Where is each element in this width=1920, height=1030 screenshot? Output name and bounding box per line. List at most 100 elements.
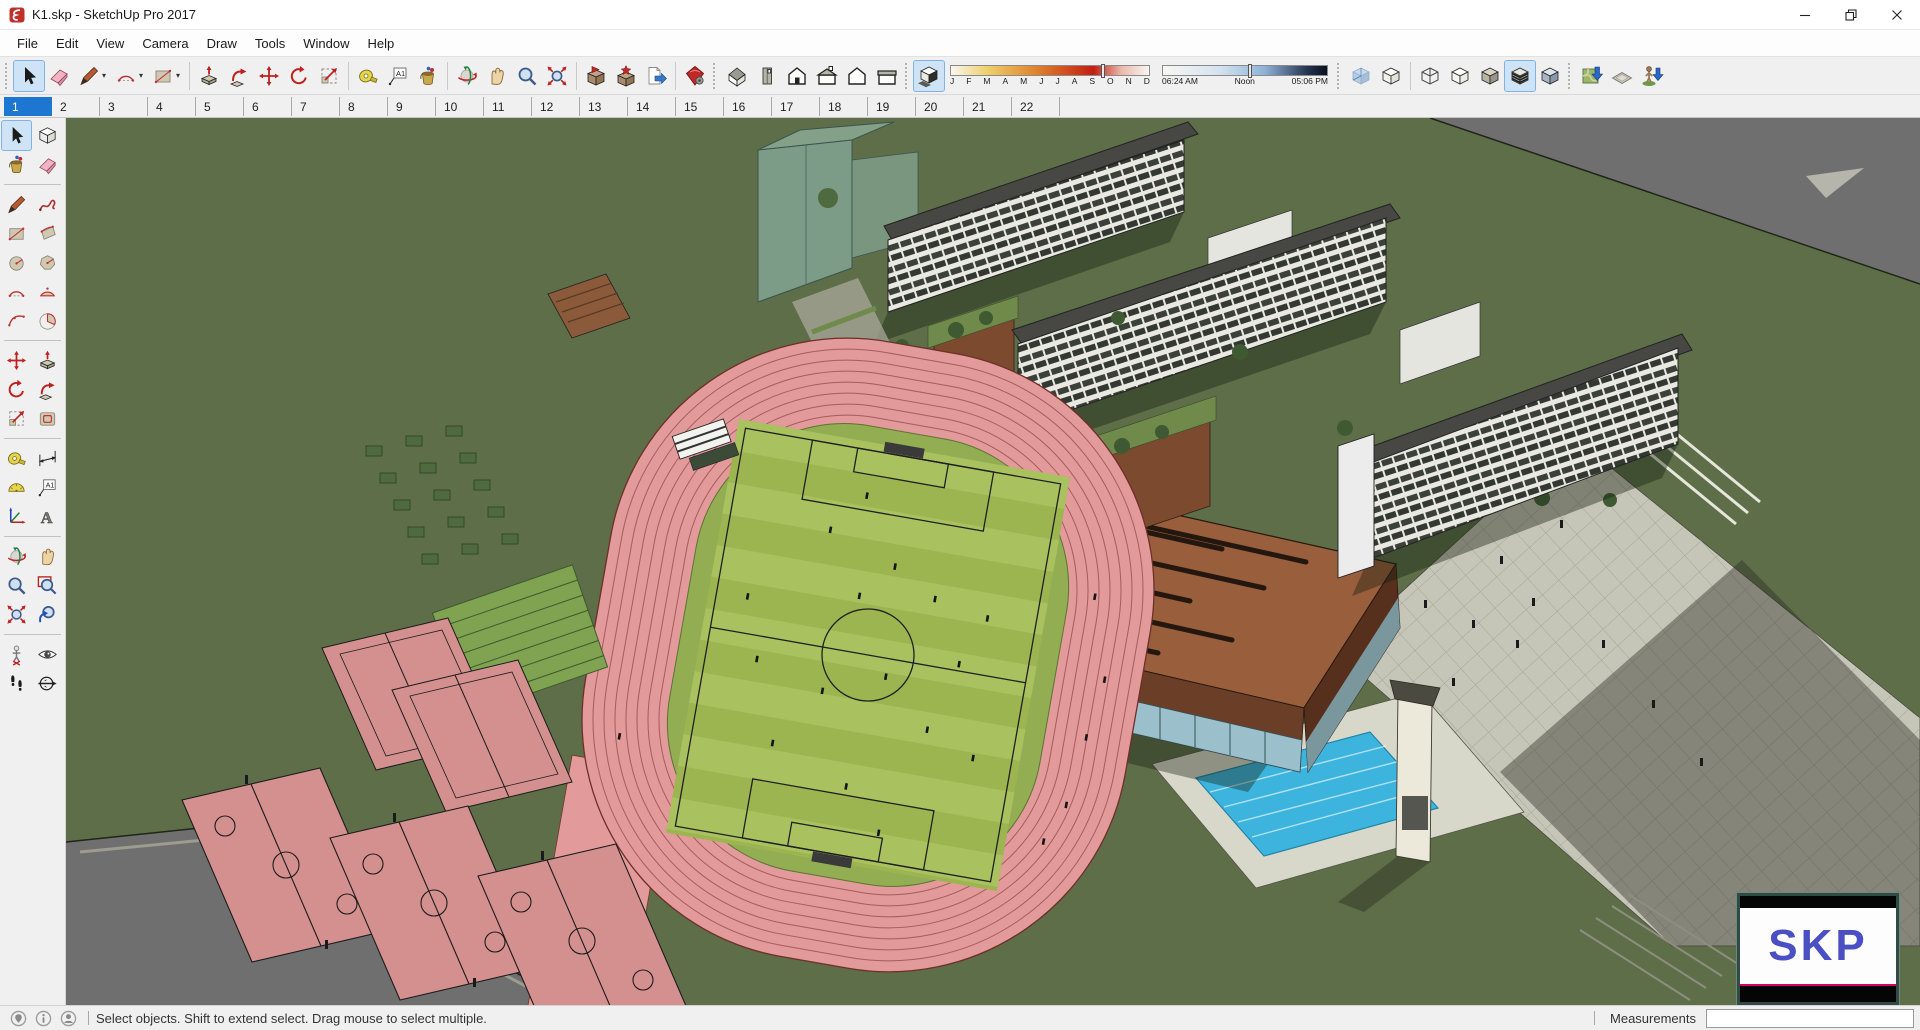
shadows-toggle-icon[interactable] xyxy=(913,59,945,92)
rectangle-tool-icon[interactable] xyxy=(148,61,178,91)
menu-item[interactable]: Tools xyxy=(246,32,294,55)
orbit-icon[interactable] xyxy=(452,61,482,91)
scene-tab[interactable]: 3 xyxy=(100,97,148,116)
shadow-time-slider[interactable]: 06:24 AM Noon 05:06 PM xyxy=(1162,64,1328,86)
back-view-icon[interactable] xyxy=(842,61,872,91)
viewport-3d-model[interactable] xyxy=(66,118,1920,1005)
scene-tab[interactable]: 16 xyxy=(724,97,772,116)
top-view-icon[interactable] xyxy=(752,61,782,91)
line-dropdown-icon[interactable]: ▾ xyxy=(102,71,110,80)
rotated-rectangle-icon[interactable] xyxy=(33,219,62,248)
shadow-date-slider[interactable]: JFMAMJJASOND xyxy=(950,64,1150,86)
scene-tab[interactable]: 19 xyxy=(868,97,916,116)
scene-tab[interactable]: 18 xyxy=(820,97,868,116)
push-pull-icon[interactable] xyxy=(33,346,62,375)
restore-button[interactable] xyxy=(1828,0,1874,29)
rectangle-tool-icon[interactable] xyxy=(2,219,31,248)
zoom-extents-icon[interactable] xyxy=(542,61,572,91)
scene-tab[interactable]: 10 xyxy=(436,97,484,116)
scene-tab[interactable]: 2 xyxy=(52,97,100,116)
date-slider-thumb[interactable] xyxy=(1101,64,1106,78)
two-point-arc-icon[interactable] xyxy=(33,277,62,306)
viewport[interactable]: SKP xyxy=(66,118,1920,1005)
shaded-icon[interactable] xyxy=(1475,61,1505,91)
share-model-icon[interactable] xyxy=(611,61,641,91)
text-tool-icon[interactable] xyxy=(383,61,413,91)
menu-item[interactable]: Help xyxy=(359,32,404,55)
toolbar-drag-handle[interactable] xyxy=(1568,62,1573,89)
arc-tool-icon[interactable] xyxy=(2,277,31,306)
offset-icon[interactable] xyxy=(33,404,62,433)
scene-tab[interactable]: 14 xyxy=(628,97,676,116)
add-location-icon[interactable] xyxy=(1577,61,1607,91)
toolbar-drag-handle[interactable] xyxy=(5,62,10,89)
walk-icon[interactable] xyxy=(2,669,31,698)
scene-tab[interactable]: 17 xyxy=(772,97,820,116)
close-button[interactable] xyxy=(1874,0,1920,29)
iso-view-icon[interactable] xyxy=(722,61,752,91)
select-tool-icon[interactable] xyxy=(13,59,45,92)
toggle-terrain-icon[interactable] xyxy=(1607,61,1637,91)
zoom-previous-icon[interactable] xyxy=(33,600,62,629)
paint-bucket-icon[interactable] xyxy=(2,150,31,179)
pie-tool-icon[interactable] xyxy=(33,306,62,335)
share-component-icon[interactable] xyxy=(641,61,671,91)
sign-in-icon[interactable] xyxy=(60,1010,77,1027)
zoom-icon[interactable] xyxy=(512,61,542,91)
scene-tab[interactable]: 12 xyxy=(532,97,580,116)
pan-icon[interactable] xyxy=(482,61,512,91)
scale-icon[interactable] xyxy=(314,61,344,91)
minimize-button[interactable] xyxy=(1782,0,1828,29)
arc-dropdown-icon[interactable]: ▾ xyxy=(139,71,147,80)
axes-icon[interactable] xyxy=(2,502,31,531)
geolocation-icon[interactable] xyxy=(10,1010,27,1027)
make-component-icon[interactable] xyxy=(33,121,62,150)
zoom-icon[interactable] xyxy=(2,571,31,600)
menu-item[interactable]: Camera xyxy=(133,32,197,55)
text-tool-icon[interactable] xyxy=(33,473,62,502)
x-ray-icon[interactable] xyxy=(1346,61,1376,91)
rotate-icon[interactable] xyxy=(2,375,31,404)
menu-item[interactable]: Edit xyxy=(47,32,87,55)
scene-tab[interactable]: 22 xyxy=(1012,97,1060,116)
three-point-arc-icon[interactable] xyxy=(2,306,31,335)
arc-tool-icon[interactable] xyxy=(111,61,141,91)
scene-tab[interactable]: 6 xyxy=(244,97,292,116)
scale-icon[interactable] xyxy=(2,404,31,433)
scene-tab[interactable]: 4 xyxy=(148,97,196,116)
hidden-line-icon[interactable] xyxy=(1445,61,1475,91)
zoom-extents-icon[interactable] xyxy=(2,600,31,629)
follow-me-icon[interactable] xyxy=(33,375,62,404)
look-around-icon[interactable] xyxy=(33,640,62,669)
move-icon[interactable] xyxy=(254,61,284,91)
toolbar-drag-handle[interactable] xyxy=(1337,62,1342,89)
freehand-icon[interactable] xyxy=(33,190,62,219)
scene-tab[interactable]: 7 xyxy=(292,97,340,116)
extension-warehouse-icon[interactable] xyxy=(680,61,710,91)
circle-tool-icon[interactable] xyxy=(2,248,31,277)
line-tool-icon[interactable] xyxy=(74,61,104,91)
toolbar-drag-handle[interactable] xyxy=(905,62,910,89)
left-view-icon[interactable] xyxy=(872,61,902,91)
eraser-icon[interactable] xyxy=(33,150,62,179)
toolbar-drag-handle[interactable] xyxy=(713,62,718,89)
front-view-icon[interactable] xyxy=(782,61,812,91)
wireframe-icon[interactable] xyxy=(1415,61,1445,91)
scene-tab[interactable]: 11 xyxy=(484,97,532,116)
protractor-icon[interactable] xyxy=(2,473,31,502)
paint-bucket-icon[interactable] xyxy=(413,61,443,91)
scene-tab[interactable]: 13 xyxy=(580,97,628,116)
polygon-tool-icon[interactable] xyxy=(33,248,62,277)
menu-item[interactable]: File xyxy=(8,32,47,55)
tape-measure-icon[interactable] xyxy=(353,61,383,91)
menu-item[interactable]: Draw xyxy=(198,32,246,55)
orbit-icon[interactable] xyxy=(2,542,31,571)
get-models-icon[interactable] xyxy=(581,61,611,91)
scene-tab[interactable]: 9 xyxy=(388,97,436,116)
menu-item[interactable]: Window xyxy=(294,32,358,55)
menu-item[interactable]: View xyxy=(87,32,133,55)
3d-text-icon[interactable] xyxy=(33,502,62,531)
measurements-input[interactable] xyxy=(1706,1008,1914,1028)
dimension-icon[interactable] xyxy=(33,444,62,473)
scene-tab[interactable]: 20 xyxy=(916,97,964,116)
